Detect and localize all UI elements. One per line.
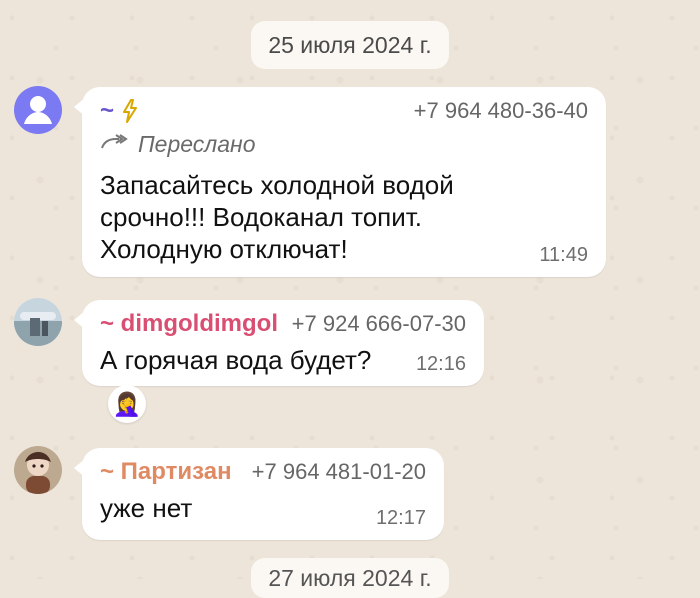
sender-name-1: ~ <box>100 97 140 125</box>
message-time-1: 11:49 <box>539 244 588 266</box>
message-text-1: Запасайтесь холодной водой срочно!!! Вод… <box>100 170 454 264</box>
avatar-generic-user[interactable] <box>14 86 62 134</box>
user-photo-avatar-2 <box>14 446 62 494</box>
message-time-3: 12:17 <box>375 507 426 529</box>
date-label-bottom: 27 июля 2024 г. <box>268 564 432 591</box>
avatar-partizan[interactable] <box>14 446 62 494</box>
message-text-3: уже нет <box>100 493 193 523</box>
user-silhouette-icon <box>24 96 52 124</box>
date-separator-top: 25 июля 2024 г. <box>251 21 449 69</box>
date-label-top: 25 июля 2024 г. <box>268 31 432 58</box>
sender-phone-2: +7 924 666-07-30 <box>291 311 466 336</box>
message-header-1: ~ +7 964 480-36-40 <box>100 97 588 125</box>
sender-label-1: ~ <box>100 97 115 124</box>
avatar-dimgoldimgol[interactable] <box>14 298 62 346</box>
lightning-icon <box>120 99 140 123</box>
message-header-3: ~ Партизан +7 964 481-01-20 <box>100 458 426 486</box>
message-header-2: ~ dimgoldimgol +7 924 666-07-30 <box>100 310 466 338</box>
sender-phone-3: +7 964 481-01-20 <box>251 459 426 484</box>
sender-label-3: ~ Партизан <box>100 458 232 485</box>
message-bubble-3[interactable]: ~ Партизан +7 964 481-01-20 уже нет 12:1… <box>74 448 444 540</box>
forward-icon <box>100 131 128 158</box>
sender-label-2: ~ dimgoldimgol <box>100 310 278 337</box>
date-separator-bottom: 27 июля 2024 г. <box>251 558 449 598</box>
message-text-2: А горячая вода будет? <box>100 345 372 375</box>
user-photo-avatar-1 <box>14 298 62 346</box>
sender-name-3: ~ Партизан <box>100 458 232 486</box>
reaction-emoji: 🤦‍♀️ <box>112 390 142 417</box>
forwarded-indicator: Переслано <box>100 131 256 158</box>
sender-phone-1: +7 964 480-36-40 <box>413 98 588 123</box>
sender-name-2: ~ dimgoldimgol <box>100 310 278 338</box>
message-bubble-2[interactable]: ~ dimgoldimgol +7 924 666-07-30 А горяча… <box>74 300 484 386</box>
message-time-2: 12:16 <box>415 353 466 375</box>
message-bubble-1[interactable]: ~ +7 964 480-36-40 Переслано Запасайтесь… <box>74 87 606 277</box>
forwarded-label: Переслано <box>138 131 256 157</box>
reaction-badge[interactable]: 🤦‍♀️ <box>108 385 146 423</box>
